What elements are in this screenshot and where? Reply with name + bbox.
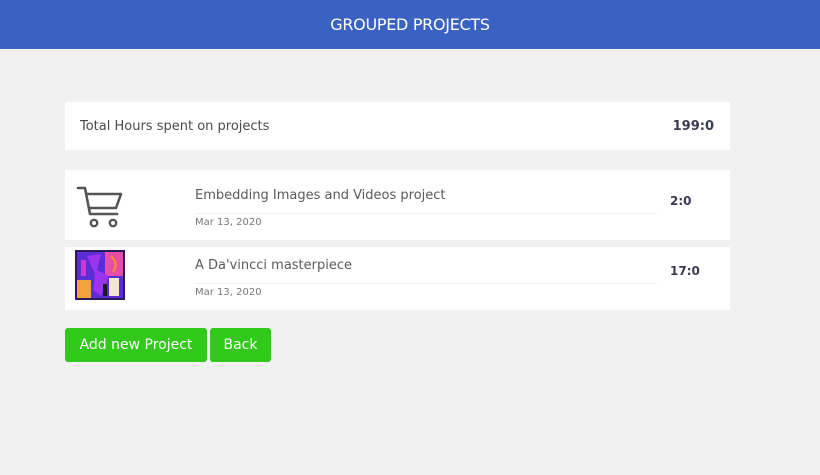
divider (195, 283, 657, 284)
project-title[interactable]: Embedding Images and Videos project (195, 188, 446, 203)
total-hours-value: 199:0 (672, 118, 714, 134)
project-hours: 17:0 (670, 264, 700, 278)
total-hours-label: Total Hours spent on projects (80, 118, 270, 134)
project-hours: 2:0 (670, 194, 692, 208)
divider (195, 213, 657, 214)
project-item[interactable]: A Da'vincci masterpiece Mar 13, 2020 17:… (65, 247, 730, 310)
add-project-button[interactable]: Add new Project (65, 328, 207, 362)
project-date: Mar 13, 2020 (195, 287, 262, 298)
abstract-art-thumbnail (75, 250, 125, 300)
page-title: GROUPED PROJECTS (330, 15, 490, 34)
total-hours-card: Total Hours spent on projects 199:0 (65, 102, 730, 150)
cart-icon (75, 180, 125, 230)
app-header: GROUPED PROJECTS (0, 0, 820, 49)
project-item[interactable]: Embedding Images and Videos project Mar … (65, 170, 730, 240)
back-button[interactable]: Back (210, 328, 271, 362)
project-date: Mar 13, 2020 (195, 217, 262, 228)
project-title[interactable]: A Da'vincci masterpiece (195, 258, 352, 273)
